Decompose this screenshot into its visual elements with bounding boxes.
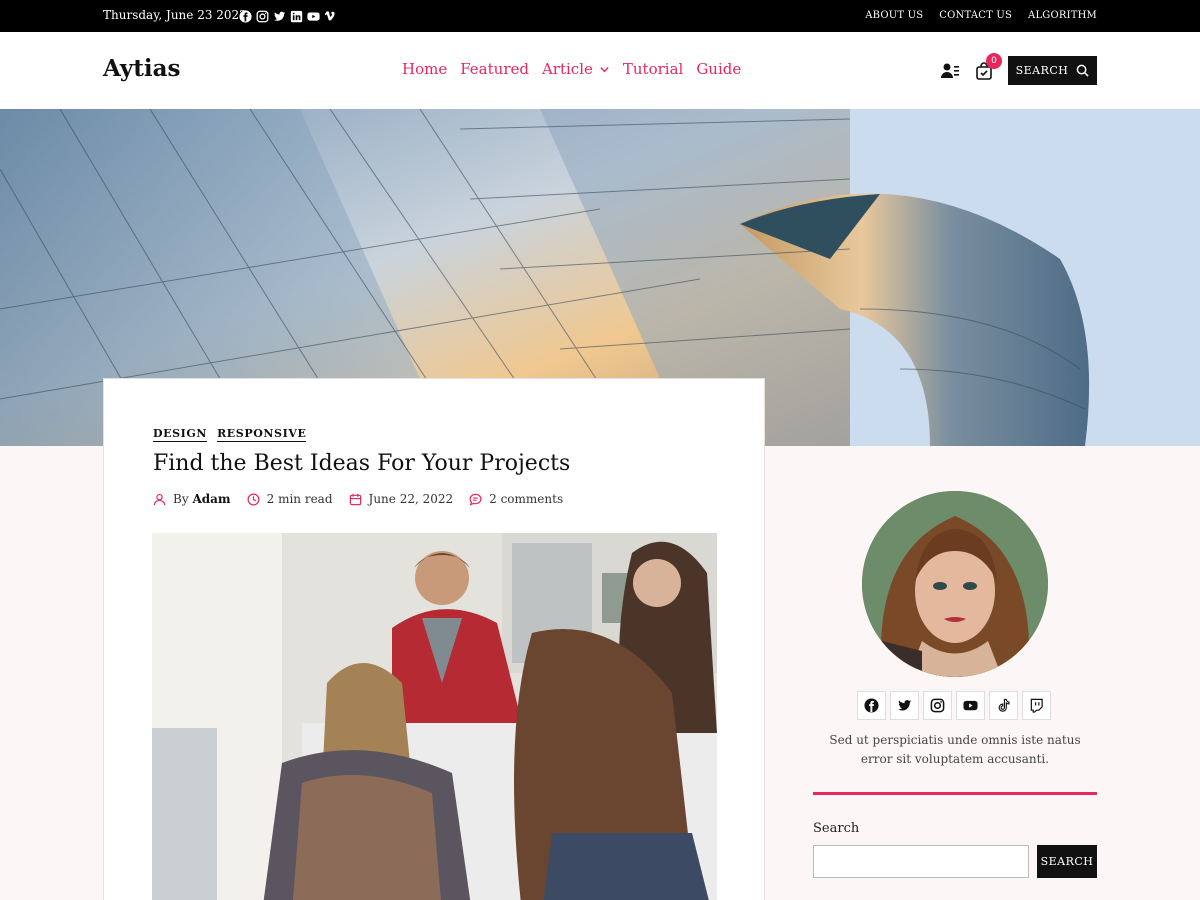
top-bar: Thursday, June 23 2022 ABOUT US CONTACT …	[0, 0, 1200, 32]
user-icon	[153, 493, 166, 505]
facebook-icon[interactable]	[239, 8, 252, 27]
nav-item-label: Home	[402, 60, 448, 78]
youtube-icon[interactable]	[956, 691, 985, 720]
chevron-down-icon	[600, 66, 609, 72]
category-link-responsive[interactable]: RESPONSIVE	[217, 427, 307, 442]
nav-item-label: Guide	[696, 60, 742, 78]
sidebar-search-button[interactable]: SEARCH	[1037, 845, 1097, 878]
algorithm-link[interactable]: ALGORITHM	[1028, 10, 1097, 21]
article-featured-image[interactable]	[152, 533, 717, 900]
nav-item-featured[interactable]: Featured	[460, 60, 529, 78]
search-button-label: SEARCH	[1015, 64, 1069, 77]
article-read-time: 2 min read	[247, 492, 333, 506]
instagram-icon[interactable]	[256, 8, 269, 27]
contact-us-link[interactable]: CONTACT US	[939, 10, 1012, 21]
read-time-text: 2 min read	[266, 492, 333, 506]
date-text[interactable]: June 22, 2022	[369, 492, 454, 506]
article-card: DESIGN RESPONSIVE Find the Best Ideas Fo…	[103, 378, 765, 900]
top-links: ABOUT US CONTACT US ALGORITHM	[865, 10, 1097, 21]
author-prefix: By	[173, 492, 189, 506]
twitch-icon[interactable]	[1022, 691, 1051, 720]
author-avatar	[862, 491, 1048, 677]
nav-item-label: Featured	[460, 60, 529, 78]
comment-icon	[469, 493, 482, 506]
header-search-button[interactable]: SEARCH	[1008, 56, 1097, 85]
sidebar-search-title: Search	[813, 821, 860, 836]
youtube-icon[interactable]	[307, 8, 320, 27]
cart-count-badge: 0	[986, 52, 1002, 69]
top-social-icons	[239, 8, 337, 27]
nav-item-article[interactable]: Article	[542, 60, 610, 78]
calendar-icon	[349, 493, 361, 505]
nav-item-label: Article	[541, 60, 593, 78]
twitter-icon[interactable]	[273, 8, 286, 27]
current-date: Thursday, June 23 2022	[103, 8, 247, 22]
author-link[interactable]: Adam	[192, 492, 230, 506]
header-actions: 0 SEARCH	[940, 52, 1097, 85]
main-nav: Home Featured Article Tutorial Guide	[402, 60, 741, 78]
article-author: By Adam	[153, 492, 231, 506]
nav-item-tutorial[interactable]: Tutorial	[623, 60, 683, 78]
article-meta: By Adam 2 min read June 22, 2022 2 comme…	[153, 492, 563, 506]
site-logo[interactable]: Aytias	[103, 55, 181, 82]
nav-item-label: Tutorial	[622, 60, 684, 78]
sidebar-search-input[interactable]	[813, 845, 1029, 878]
twitter-icon[interactable]	[890, 691, 919, 720]
facebook-icon[interactable]	[857, 691, 886, 720]
about-us-link[interactable]: ABOUT US	[865, 10, 923, 21]
sidebar-divider	[813, 792, 1097, 795]
linkedin-icon[interactable]	[290, 8, 303, 27]
instagram-icon[interactable]	[923, 691, 952, 720]
vimeo-icon[interactable]	[324, 8, 337, 27]
article-categories: DESIGN RESPONSIVE	[153, 427, 307, 442]
article-comments: 2 comments	[469, 492, 563, 506]
user-account-icon[interactable]	[940, 61, 960, 81]
author-bio: Sed ut perspiciatis unde omnis iste natu…	[829, 733, 1081, 766]
clock-icon	[247, 493, 260, 505]
cart-button[interactable]: 0	[974, 52, 1002, 81]
author-social-icons	[857, 691, 1051, 720]
article-date: June 22, 2022	[349, 492, 454, 506]
category-link-design[interactable]: DESIGN	[153, 427, 208, 442]
article-title[interactable]: Find the Best Ideas For Your Projects	[153, 451, 570, 476]
nav-item-home[interactable]: Home	[402, 60, 447, 78]
tiktok-icon[interactable]	[989, 691, 1018, 720]
nav-item-guide[interactable]: Guide	[696, 60, 741, 78]
comments-link[interactable]: 2 comments	[489, 492, 563, 506]
site-header: Aytias Home Featured Article Tutorial Gu…	[0, 32, 1200, 109]
search-icon	[1077, 64, 1090, 77]
